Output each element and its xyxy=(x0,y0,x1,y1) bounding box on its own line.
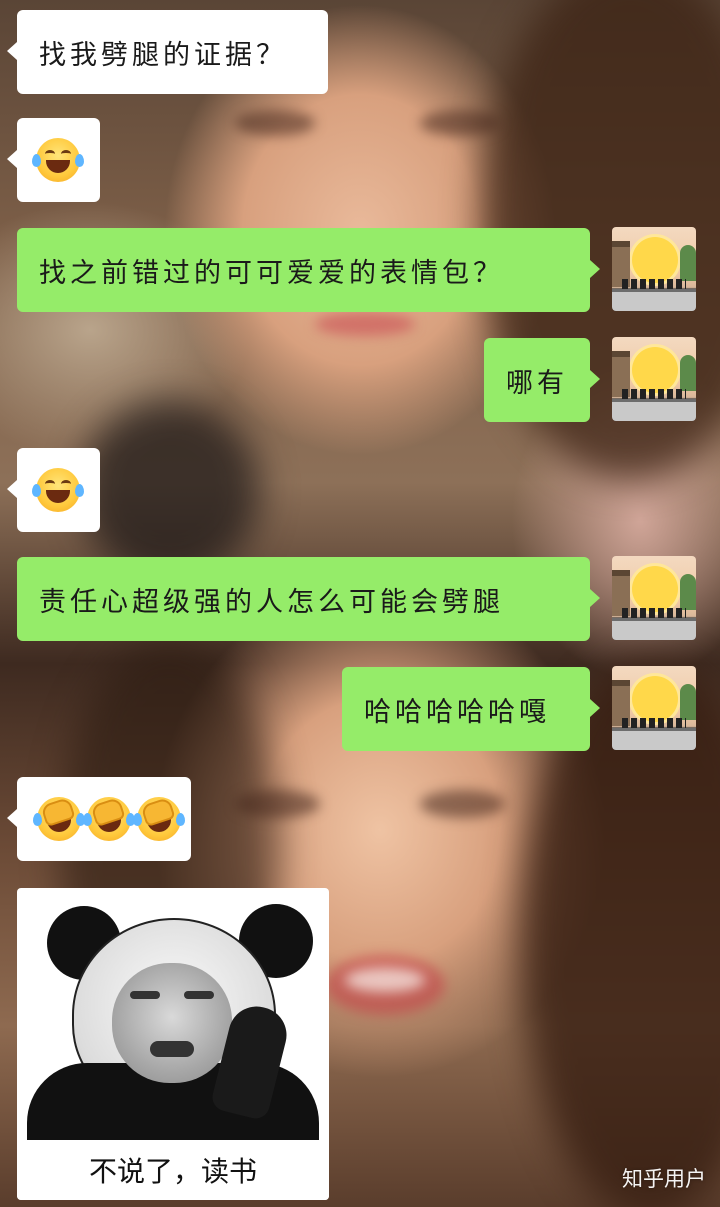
facepalm-tears-emoji-icon xyxy=(83,796,135,841)
tears-of-joy-emoji-icon xyxy=(32,138,84,182)
message-bubble-sent[interactable]: 哪有 xyxy=(484,338,600,422)
message-text: 责任心超级强的人怎么可能会劈腿 xyxy=(39,586,504,618)
user-avatar[interactable] xyxy=(612,666,696,750)
message-text: 哈哈哈哈哈嘎 xyxy=(364,696,550,728)
panda-meme-sticker[interactable]: 不说了，读书 xyxy=(17,888,329,1200)
message-text: 找我劈腿的证据？ xyxy=(39,39,287,71)
message-bubble-sent[interactable]: 责任心超级强的人怎么可能会劈腿 xyxy=(17,557,600,641)
message-bubble-received[interactable] xyxy=(7,777,191,861)
tears-of-joy-emoji-icon xyxy=(32,468,84,512)
message-text: 哪有 xyxy=(506,367,568,399)
message-bubble-received[interactable]: 找我劈腿的证据？ xyxy=(7,10,328,94)
watermark: 知乎用户 xyxy=(622,1167,706,1191)
user-avatar[interactable] xyxy=(612,337,696,421)
user-avatar[interactable] xyxy=(612,556,696,640)
facepalm-tears-emoji-icon xyxy=(133,796,185,841)
message-bubble-sent[interactable]: 哈哈哈哈哈嘎 xyxy=(342,667,600,751)
panda-face xyxy=(112,963,232,1083)
message-bubble-sent[interactable]: 找之前错过的可可爱爱的表情包？ xyxy=(17,228,600,312)
message-bubble-received[interactable] xyxy=(7,118,100,202)
message-bubble-received[interactable] xyxy=(7,448,100,532)
chat-conversation: 找我劈腿的证据？ 找之前错过的可可爱爱的表情包？ 哪有 责任心超级强的人怎么可能… xyxy=(0,0,720,1207)
facepalm-tears-emoji-icon xyxy=(33,796,85,841)
sticker-caption: 不说了，读书 xyxy=(17,1140,329,1200)
user-avatar[interactable] xyxy=(612,227,696,311)
message-text: 找之前错过的可可爱爱的表情包？ xyxy=(39,257,504,289)
